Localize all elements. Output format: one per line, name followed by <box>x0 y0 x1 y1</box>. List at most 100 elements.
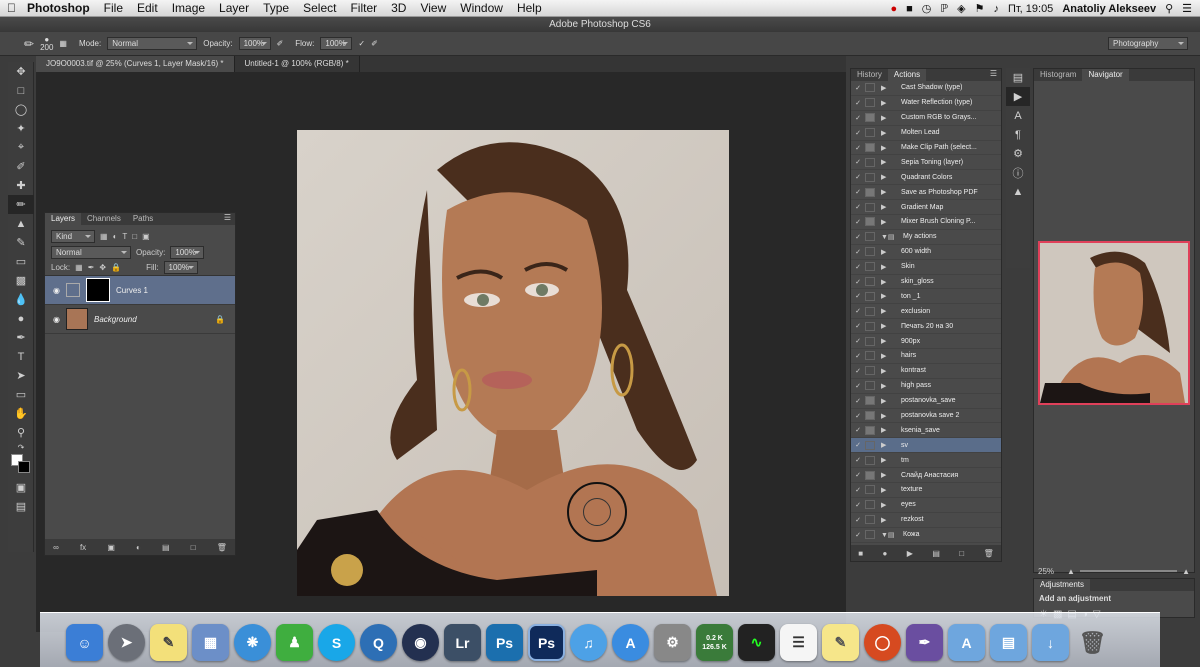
zoom-level[interactable]: 25% <box>1038 567 1054 576</box>
zoom-slider[interactable] <box>1079 570 1178 572</box>
action-row[interactable]: ✓ ▶ Печать 20 на 30 <box>851 319 1001 335</box>
lightroom-icon[interactable]: Lr <box>444 624 481 661</box>
filter-type-icon[interactable]: T <box>122 232 127 241</box>
dialog-toggle-icon[interactable] <box>865 157 875 167</box>
quick-mask-icon[interactable]: ▣ <box>8 478 34 497</box>
tab-histogram[interactable]: Histogram <box>1034 69 1082 81</box>
expand-arrow-icon[interactable]: ▶ <box>881 263 893 271</box>
paragraph-panel-icon[interactable]: ¶ <box>1006 125 1030 144</box>
toggle-check-icon[interactable]: ✓ <box>851 501 865 509</box>
layer-mask-thumbnail[interactable] <box>85 278 110 302</box>
aperture-icon[interactable]: ◯ <box>864 624 901 661</box>
doc-tab-untitled[interactable]: Untitled-1 @ 100% (RGB/8) * <box>235 56 360 72</box>
toggle-check-icon[interactable]: ✓ <box>851 292 865 300</box>
action-label[interactable]: Печать 20 на 30 <box>901 323 953 330</box>
dialog-toggle-icon[interactable] <box>865 202 875 212</box>
action-row[interactable]: ✓ ▶ Sepia Toning (layer) <box>851 155 1001 171</box>
expand-arrow-icon[interactable]: ▶ <box>881 352 893 360</box>
history-brush-tool-icon[interactable]: ✎ <box>8 233 34 252</box>
notification-icon[interactable]: ☰ <box>1182 2 1192 15</box>
dialog-toggle-icon[interactable] <box>865 247 875 257</box>
dialog-toggle-icon[interactable] <box>865 381 875 391</box>
action-row[interactable]: ✓ ▶ Save as Photoshop PDF <box>851 185 1001 201</box>
action-label[interactable]: tm <box>901 457 909 464</box>
action-row[interactable]: ✓ ▶ Слайд Анастасия <box>851 468 1001 484</box>
layer-name[interactable]: Curves 1 <box>116 286 148 295</box>
app-store-icon[interactable]: A <box>612 624 649 661</box>
opacity-field[interactable]: 100% <box>238 37 271 50</box>
folder-icon[interactable]: ▼▤ <box>881 531 901 539</box>
action-row[interactable]: ✓ ▶ texture <box>851 483 1001 498</box>
link-layers-icon[interactable]: ∞ <box>53 543 59 552</box>
toggle-check-icon[interactable]: ✓ <box>851 144 865 152</box>
dodge-tool-icon[interactable]: ● <box>8 309 34 328</box>
toggle-check-icon[interactable]: ✓ <box>851 426 865 434</box>
brush-tool-icon[interactable]: ✏ <box>24 37 34 51</box>
menu-window[interactable]: Window <box>453 1 510 15</box>
expand-arrow-icon[interactable]: ▶ <box>881 84 893 92</box>
expand-arrow-icon[interactable]: ▶ <box>881 307 893 315</box>
agent-icon[interactable]: ♟ <box>276 624 313 661</box>
menu-layer[interactable]: Layer <box>212 1 256 15</box>
lock-position-icon[interactable]: ✥ <box>99 263 106 272</box>
hand-tool-icon[interactable]: ✋ <box>8 404 34 423</box>
eyedropper-tool-icon[interactable]: ✐ <box>8 157 34 176</box>
launchpad-icon[interactable]: ➤ <box>108 624 145 661</box>
tab-history[interactable]: History <box>851 69 888 81</box>
dialog-toggle-icon[interactable] <box>865 530 875 540</box>
blend-mode-select[interactable]: Normal <box>51 245 131 259</box>
toggle-check-icon[interactable]: ✓ <box>851 456 865 464</box>
filter-adjust-icon[interactable]: ◐ <box>113 232 118 241</box>
toggle-check-icon[interactable]: ✓ <box>851 516 865 524</box>
action-label[interactable]: Mixer Brush Cloning P... <box>901 218 976 225</box>
action-label[interactable]: hairs <box>901 352 916 359</box>
action-row[interactable]: ✓ ▶ ton _1 <box>851 289 1001 305</box>
expand-arrow-icon[interactable]: ▶ <box>881 158 893 166</box>
action-row[interactable]: ✓ ▶ Make Clip Path (select... <box>851 141 1001 156</box>
dialog-toggle-icon[interactable] <box>865 83 875 93</box>
new-group-icon[interactable]: ▤ <box>162 543 170 552</box>
brush-panel-icon[interactable]: ▦ <box>59 39 67 48</box>
action-label[interactable]: kontrast <box>901 367 926 374</box>
dialog-toggle-icon[interactable] <box>865 128 875 138</box>
toggle-check-icon[interactable]: ✓ <box>851 173 865 181</box>
panel-menu-icon[interactable]: ☰ <box>224 213 235 225</box>
menu-user[interactable]: Anatoliy Alekseev <box>1062 3 1156 15</box>
filter-shape-icon[interactable]: □ <box>132 232 137 241</box>
action-label[interactable]: Molten Lead <box>901 129 940 136</box>
dialog-toggle-icon[interactable] <box>865 187 875 197</box>
action-label[interactable]: high pass <box>901 382 931 389</box>
dialog-toggle-icon[interactable] <box>865 306 875 316</box>
photoshop-cs6-icon[interactable]: Ps <box>528 624 565 661</box>
navigator-preview[interactable] <box>1038 241 1190 405</box>
action-label[interactable]: 900px <box>901 338 920 345</box>
utorrent-icon[interactable]: 0.2 K 126.5 K <box>696 624 733 661</box>
toggle-check-icon[interactable]: ✓ <box>851 114 865 122</box>
layer-background[interactable]: ◉ Background 🔒 <box>45 305 235 334</box>
zoom-in-icon[interactable]: ▲ <box>1182 567 1190 576</box>
toggle-check-icon[interactable]: ✓ <box>851 531 865 539</box>
info-panel-icon[interactable]: ⓘ <box>1006 163 1030 182</box>
action-label[interactable]: skin_gloss <box>901 278 934 285</box>
toggle-check-icon[interactable]: ✓ <box>851 203 865 211</box>
expand-arrow-icon[interactable]: ▶ <box>881 441 893 449</box>
expand-arrow-icon[interactable]: ▶ <box>881 173 893 181</box>
record-icon[interactable]: ● <box>882 549 887 558</box>
action-label[interactable]: texture <box>901 486 922 493</box>
applications-folder-icon[interactable]: A <box>948 624 985 661</box>
healing-tool-icon[interactable]: ✚ <box>8 176 34 195</box>
expand-arrow-icon[interactable]: ▶ <box>881 501 893 509</box>
delete-action-icon[interactable]: 🗑 <box>984 549 994 558</box>
menu-file[interactable]: File <box>97 1 130 15</box>
trash-icon[interactable]: 🗑 <box>1074 624 1111 661</box>
new-action-icon[interactable]: □ <box>959 549 964 558</box>
dialog-toggle-icon[interactable] <box>865 485 875 495</box>
path-select-tool-icon[interactable]: ➤ <box>8 366 34 385</box>
toggle-check-icon[interactable]: ✓ <box>851 441 865 449</box>
expand-arrow-icon[interactable]: ▶ <box>881 248 893 256</box>
type-tool-icon[interactable]: T <box>8 347 34 366</box>
filter-pixel-icon[interactable]: ▦ <box>100 232 108 241</box>
swap-colors-icon[interactable]: ↷ <box>8 442 34 452</box>
color-swatches[interactable] <box>8 452 34 478</box>
action-row[interactable]: ✓ ▶ Mixer Brush Cloning P... <box>851 215 1001 230</box>
